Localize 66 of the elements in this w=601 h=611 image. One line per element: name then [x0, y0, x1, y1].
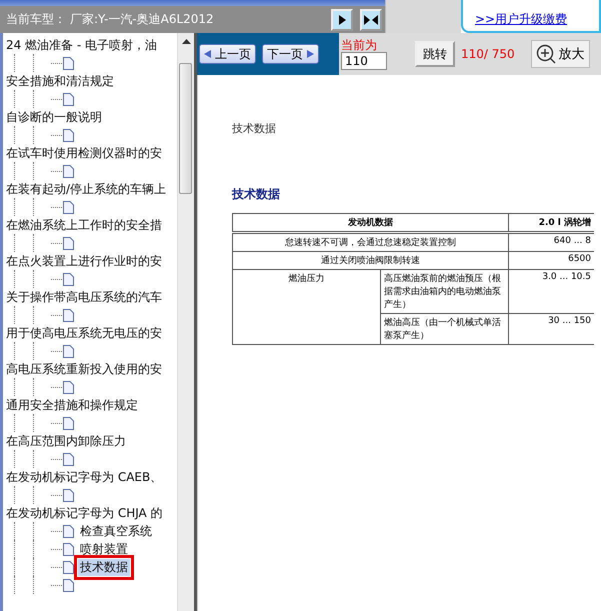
scroll-thumb[interactable] [179, 63, 192, 194]
tree-item[interactable]: 在发动机标记字母为 CHJA 的 [6, 504, 163, 522]
tree-item[interactable]: 喷射装置 [78, 540, 130, 558]
upgrade-link[interactable]: >>用户升级缴费 [475, 11, 599, 28]
document-icon [63, 416, 74, 430]
tree-item[interactable]: 用于使高电压系统无电压的安 [6, 324, 162, 342]
zoom-in-button[interactable]: 放大 [530, 40, 590, 68]
table-cell: 燃油压力 [232, 270, 381, 344]
document-icon [63, 380, 74, 394]
table-cell: 3.0 ... 10.5 [508, 270, 594, 314]
page-count: 110/ 750 [461, 47, 515, 61]
tree-item[interactable]: 在高压范围内卸除压力 [6, 432, 126, 450]
tree-item[interactable]: 检查真空系统 [78, 522, 154, 540]
arrows-inward-icon [363, 14, 379, 26]
table-cell: 30 ... 150 [508, 314, 594, 344]
column-header: 2.0 l 涡轮增 [508, 214, 594, 232]
tree-item[interactable]: 高电压系统重新投入使用的安 [6, 360, 162, 378]
tree-item[interactable]: 在试车时使用检测仪器时的安 [6, 144, 162, 162]
document-icon [63, 272, 74, 286]
table-cell: 高压燃油泵前的燃油预压（根据需求由油箱内的电动燃油泵产生） [380, 270, 509, 314]
tree-item[interactable]: 在装有起动/停止系统的车辆上 [6, 180, 166, 198]
tree-item[interactable]: 通用安全措施和操作规定 [6, 396, 138, 414]
section-heading: 技术数据 [232, 186, 281, 203]
arrow-left-icon [204, 50, 211, 58]
expand-button[interactable] [331, 8, 353, 30]
document-icon [63, 164, 74, 178]
current-page-label: 当前为 [341, 38, 378, 52]
document-icon [63, 128, 74, 142]
jump-button[interactable]: 跳转 [415, 41, 455, 67]
table-cell: 6500 [508, 252, 594, 270]
document-icon [63, 56, 74, 70]
table-cell: 怠速转速不可调，会通过怠速稳定装置控制 [232, 232, 509, 252]
vehicle-label: 当前车型： [6, 11, 66, 28]
tree-item[interactable]: 自诊断的一般说明 [6, 108, 102, 126]
document-icon [63, 560, 74, 574]
document-icon [63, 308, 74, 322]
table-cell: 燃油高压（由一个机械式单活塞泵产生） [380, 314, 509, 344]
document-icon [63, 236, 74, 250]
scroll-up-icon [182, 39, 190, 45]
tree-item[interactable]: 安全措施和清洁规定 [6, 72, 114, 90]
tree-item[interactable]: 在燃油系统上工作时的安全措 [6, 216, 162, 234]
tree-item[interactable]: 在点火装置上进行作业时的安 [6, 252, 162, 270]
document-icon [63, 488, 74, 502]
document-icon [63, 542, 74, 556]
arrow-right-icon [307, 50, 314, 58]
vehicle-value: 厂家:Y-一汽-奥迪A6L2012 [70, 11, 214, 28]
document-icon [63, 524, 74, 538]
next-page-button[interactable]: 下一页 [262, 44, 319, 64]
column-header: 发动机数据 [232, 214, 509, 232]
document-icon [63, 452, 74, 466]
document-icon [63, 344, 74, 358]
document-icon [63, 200, 74, 214]
scrollbar[interactable] [177, 33, 194, 611]
document-icon [63, 578, 74, 592]
tree-item[interactable]: 关于操作带高电压系统的汽车 [6, 288, 162, 306]
document-icon [63, 92, 74, 106]
collapse-button[interactable] [360, 8, 382, 30]
table-cell: 通过关闭喷油阀限制转速 [232, 252, 509, 270]
previous-page-button[interactable]: 上一页 [199, 44, 256, 64]
tree-item[interactable]: 技术数据 [78, 558, 130, 576]
magnifier-plus-icon [536, 44, 556, 64]
page-input-field[interactable]: 110 [341, 52, 387, 70]
arrow-right-icon [336, 14, 348, 26]
tree-item[interactable]: 在发动机标记字母为 CAEB、 [6, 468, 162, 486]
tree-item[interactable]: 24 燃油准备 - 电子喷射，油 [6, 36, 158, 54]
running-head: 技术数据 [232, 121, 277, 136]
